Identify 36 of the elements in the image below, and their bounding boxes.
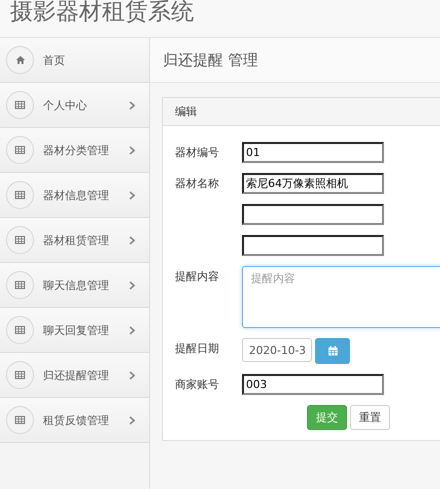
grid-icon: [15, 101, 25, 109]
sidebar-item[interactable]: 个人中心: [0, 83, 149, 128]
reset-button[interactable]: 重置: [350, 405, 390, 430]
grid-icon: [15, 416, 25, 424]
page-title: 归还提醒 管理: [163, 50, 258, 70]
home-icon: [16, 56, 24, 64]
field-label: 提醒日期: [175, 342, 219, 355]
sidebar-item[interactable]: 归还提醒管理: [0, 353, 149, 398]
sidebar-item[interactable]: 首页: [0, 38, 149, 83]
input-field[interactable]: [242, 235, 384, 256]
field-label: 商家账号: [175, 378, 219, 391]
input-field[interactable]: 003: [242, 374, 384, 395]
sidebar-item[interactable]: 聊天信息管理: [0, 263, 149, 308]
field-label: 提醒内容: [175, 270, 219, 283]
grid-icon: [15, 371, 25, 379]
input-field[interactable]: [242, 204, 384, 225]
textarea-field[interactable]: 提醒内容: [242, 266, 440, 328]
calendar-button[interactable]: [315, 338, 350, 364]
field-label: 器材名称: [175, 177, 219, 190]
input-field[interactable]: 索尼64万像素照相机: [242, 173, 384, 194]
app-title: 摄影器材租赁系统: [10, 0, 194, 25]
input-field[interactable]: 01: [242, 142, 384, 163]
sidebar-item[interactable]: 器材租赁管理: [0, 218, 149, 263]
grid-icon: [15, 281, 25, 289]
calendar-icon: [328, 346, 338, 356]
sidebar-item[interactable]: 租赁反馈管理: [0, 398, 149, 443]
grid-icon: [15, 146, 25, 154]
sidebar-item[interactable]: 器材信息管理: [0, 173, 149, 218]
grid-icon: [15, 236, 25, 244]
sidebar-item[interactable]: 器材分类管理: [0, 128, 149, 173]
panel-title: 编辑: [175, 104, 197, 119]
date-field[interactable]: 2020-10-3: [242, 338, 312, 362]
field-label: 器材编号: [175, 146, 219, 159]
grid-icon: [15, 326, 25, 334]
grid-icon: [15, 191, 25, 199]
sidebar-item[interactable]: 聊天回复管理: [0, 308, 149, 353]
